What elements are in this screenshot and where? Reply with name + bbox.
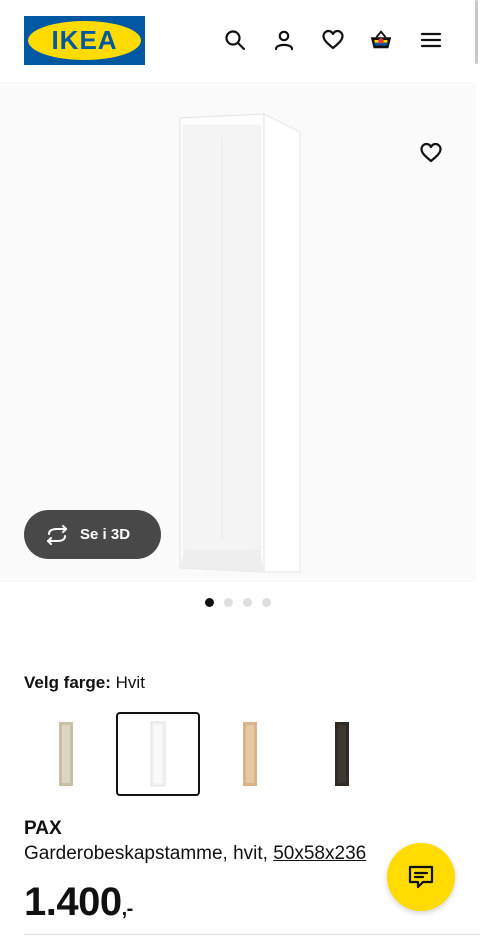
pagination-dot[interactable] <box>205 598 214 607</box>
color-swatch-white[interactable] <box>116 712 200 796</box>
color-swatch-black-brown[interactable] <box>300 712 384 796</box>
user-icon[interactable] <box>270 26 298 54</box>
divider <box>24 934 480 935</box>
view-in-3d-label: Se i 3D <box>80 526 131 543</box>
chat-icon <box>408 865 434 889</box>
product-name: PAX <box>24 818 62 839</box>
rotate-3d-icon <box>47 524 67 545</box>
add-to-favourites-button[interactable] <box>416 138 446 168</box>
swatch-image <box>243 722 257 786</box>
color-selection-label: Velg farge: Hvit <box>24 673 145 693</box>
pagination-dot[interactable] <box>262 598 271 607</box>
product-image <box>179 113 301 573</box>
product-price: 1.400,- <box>24 880 133 925</box>
heart-icon[interactable] <box>319 26 347 54</box>
color-swatches <box>24 712 384 796</box>
product-description: Garderobeskapstamme, hvit, 50x58x236 <box>24 843 366 865</box>
logo-text: IKEA <box>51 25 118 55</box>
color-swatch-oak[interactable] <box>208 712 292 796</box>
color-label: Velg farge: <box>24 673 111 692</box>
heart-outline-icon <box>420 142 442 163</box>
price-amount: 1.400 <box>24 880 122 924</box>
basket-icon[interactable] <box>367 26 395 54</box>
product-image-gallery[interactable]: Se i 3D <box>0 82 476 582</box>
chat-button[interactable] <box>387 843 455 911</box>
site-header: IKEA <box>0 0 480 82</box>
color-swatch-beige[interactable] <box>24 712 108 796</box>
price-suffix: ,- <box>121 898 134 920</box>
menu-icon[interactable] <box>417 26 445 54</box>
swatch-image <box>150 721 166 787</box>
search-icon[interactable] <box>221 26 249 54</box>
color-value: Hvit <box>115 673 145 692</box>
gallery-pagination <box>205 598 271 607</box>
ikea-logo[interactable]: IKEA <box>24 16 145 65</box>
product-type: Garderobeskapstamme, hvit, <box>24 843 268 864</box>
pagination-dot[interactable] <box>224 598 233 607</box>
pagination-dot[interactable] <box>243 598 252 607</box>
swatch-image <box>335 722 349 786</box>
view-in-3d-button[interactable]: Se i 3D <box>24 510 161 559</box>
product-size-link[interactable]: 50x58x236 <box>273 843 366 864</box>
scrollbar[interactable] <box>475 0 478 64</box>
swatch-image <box>59 722 73 786</box>
